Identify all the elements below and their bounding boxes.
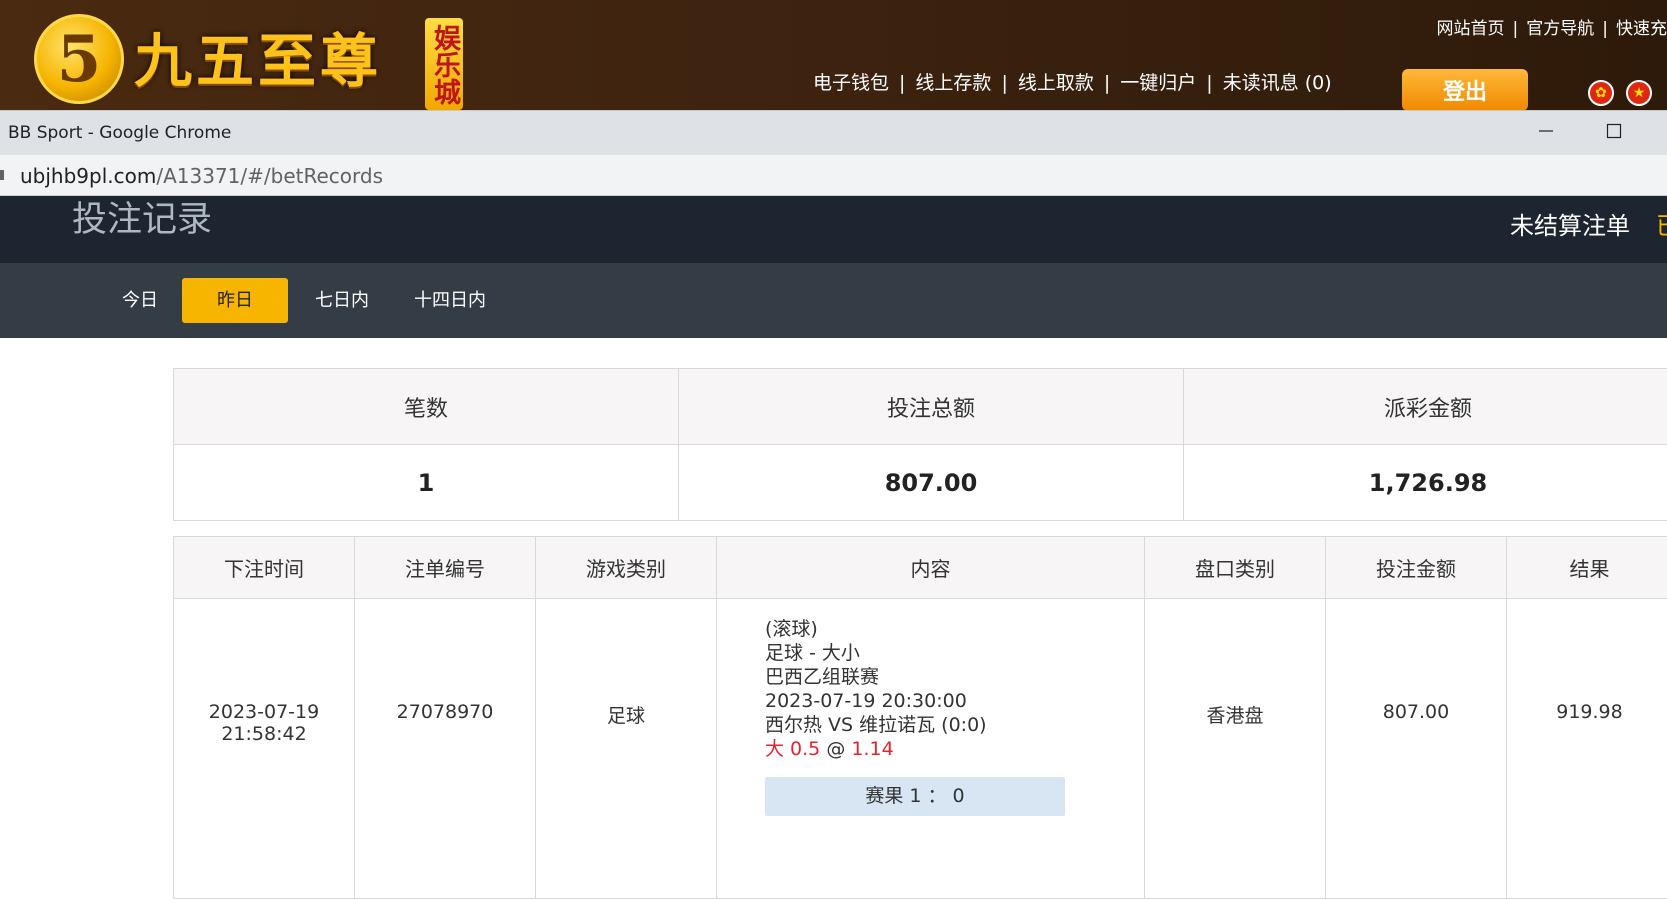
settled-bets-link[interactable]: 已 bbox=[1656, 206, 1667, 241]
content-market: 足球 - 大小 bbox=[765, 641, 1144, 665]
table-row: 2023-07-19 21:58:42 27078970 足球 (滚球) 足球 … bbox=[174, 599, 1667, 899]
site-logo-mark[interactable]: 5 bbox=[34, 14, 124, 104]
url-text[interactable]: ubjhb9pl.com/A13371/#/betRecords bbox=[20, 164, 383, 188]
column-game-type: 游戏类别 bbox=[536, 537, 717, 599]
divider: | bbox=[1602, 19, 1608, 39]
column-content: 内容 bbox=[717, 537, 1145, 599]
lock-icon[interactable] bbox=[0, 170, 4, 180]
content-teams: 西尔热 VS 维拉诺瓦 (0:0) bbox=[765, 713, 1144, 737]
page-title: 投注记录 bbox=[72, 196, 212, 244]
hong-kong-flag-icon[interactable]: ✿ bbox=[1588, 80, 1614, 106]
cell-bet-amount: 807.00 bbox=[1326, 599, 1507, 899]
bet-odds: 1.14 bbox=[851, 738, 893, 760]
nav-deposit[interactable]: 线上存款 bbox=[915, 72, 991, 94]
filter-today[interactable]: 今日 bbox=[90, 278, 190, 323]
site-logo-text[interactable]: 九五至尊 bbox=[134, 26, 382, 96]
logout-button[interactable]: 登出 bbox=[1402, 69, 1528, 110]
maximize-icon bbox=[1606, 123, 1622, 139]
site-logo-badge: 娱乐城 bbox=[425, 18, 463, 110]
top-link-quick-recharge[interactable]: 快速充 bbox=[1616, 19, 1667, 39]
bet-date: 2023-07-19 bbox=[174, 701, 354, 723]
summary-payout-value: 1,726.98 bbox=[1184, 445, 1667, 521]
column-bet-time: 下注时间 bbox=[174, 537, 355, 599]
maximize-button[interactable] bbox=[1584, 111, 1644, 156]
content-live-tag: (滚球) bbox=[765, 617, 1144, 641]
column-result: 结果 bbox=[1507, 537, 1667, 599]
summary-count-value: 1 bbox=[174, 445, 679, 521]
site-header: 5 九五至尊 娱乐城 网站首页 | 官方导航 | 快速充 电子钱包 | 线上存款 | 线上取款 |… bbox=[0, 0, 1667, 110]
records-header-row: 下注时间 注单编号 游戏类别 内容 盘口类别 投注金额 结果 bbox=[174, 537, 1667, 599]
content-bet-selection: 大 0.5 @ 1.14 bbox=[765, 737, 1144, 761]
bet-clock: 21:58:42 bbox=[174, 723, 354, 745]
page-header: 投注记录 未结算注单 已 bbox=[0, 196, 1667, 263]
nav-wallet[interactable]: 电子钱包 bbox=[813, 72, 889, 94]
bet-pick: 大 0.5 bbox=[765, 738, 820, 760]
minimize-icon bbox=[1538, 123, 1554, 139]
filter-seven-days[interactable]: 七日内 bbox=[292, 278, 392, 323]
divider: | bbox=[1001, 72, 1007, 94]
cell-bet-id: 27078970 bbox=[355, 599, 536, 899]
summary-total-bet-value: 807.00 bbox=[679, 445, 1184, 521]
top-link-navigation[interactable]: 官方导航 bbox=[1526, 19, 1594, 39]
summary-table: 笔数 投注总额 派彩金额 1 807.00 1,726.98 bbox=[173, 368, 1667, 521]
window-titlebar: BB Sport - Google Chrome bbox=[0, 110, 1667, 155]
window-title: BB Sport - Google Chrome bbox=[8, 123, 231, 143]
top-links: 网站首页 | 官方导航 | 快速充 bbox=[1437, 14, 1667, 39]
match-score-badge: 赛果 1 ： 0 bbox=[765, 777, 1065, 816]
top-link-home[interactable]: 网站首页 bbox=[1437, 19, 1505, 39]
content-league: 巴西乙组联赛 bbox=[765, 665, 1144, 689]
filter-yesterday[interactable]: 昨日 bbox=[182, 278, 288, 323]
cell-result: 919.98 bbox=[1507, 599, 1667, 899]
address-bar[interactable]: ubjhb9pl.com/A13371/#/betRecords bbox=[0, 155, 1667, 196]
summary-header-payout: 派彩金额 bbox=[1184, 369, 1667, 445]
filter-fourteen-days[interactable]: 十四日内 bbox=[400, 278, 500, 323]
account-nav: 电子钱包 | 线上存款 | 线上取款 | 一键归户 | 未读讯息 (0) bbox=[813, 68, 1332, 95]
china-flag-icon[interactable]: ★ bbox=[1626, 80, 1652, 106]
cell-content: (滚球) 足球 - 大小 巴西乙组联赛 2023-07-19 20:30:00 … bbox=[717, 599, 1145, 899]
divider: | bbox=[899, 72, 905, 94]
bet-records-table: 下注时间 注单编号 游戏类别 内容 盘口类别 投注金额 结果 2023-07-1… bbox=[173, 536, 1667, 899]
nav-consolidate[interactable]: 一键归户 bbox=[1120, 72, 1196, 94]
cell-game-type: 足球 bbox=[536, 599, 717, 899]
cell-odds-type: 香港盘 bbox=[1145, 599, 1326, 899]
unsettled-bets-link[interactable]: 未结算注单 bbox=[1510, 206, 1630, 241]
cell-bet-time: 2023-07-19 21:58:42 bbox=[174, 599, 355, 899]
column-bet-amount: 投注金额 bbox=[1326, 537, 1507, 599]
divider: | bbox=[1206, 72, 1212, 94]
minimize-button[interactable] bbox=[1516, 111, 1576, 156]
bet-at-sign: @ bbox=[826, 738, 845, 760]
nav-withdraw[interactable]: 线上取款 bbox=[1018, 72, 1094, 94]
nav-unread-messages[interactable]: 未读讯息 (0) bbox=[1223, 72, 1332, 94]
column-odds-type: 盘口类别 bbox=[1145, 537, 1326, 599]
content-match-time: 2023-07-19 20:30:00 bbox=[765, 689, 1144, 713]
divider: | bbox=[1104, 72, 1110, 94]
summary-header-count: 笔数 bbox=[174, 369, 679, 445]
divider: | bbox=[1513, 19, 1519, 39]
date-filter-bar: 今日 昨日 七日内 十四日内 bbox=[0, 263, 1667, 338]
summary-header-total-bet: 投注总额 bbox=[679, 369, 1184, 445]
column-bet-id: 注单编号 bbox=[355, 537, 536, 599]
